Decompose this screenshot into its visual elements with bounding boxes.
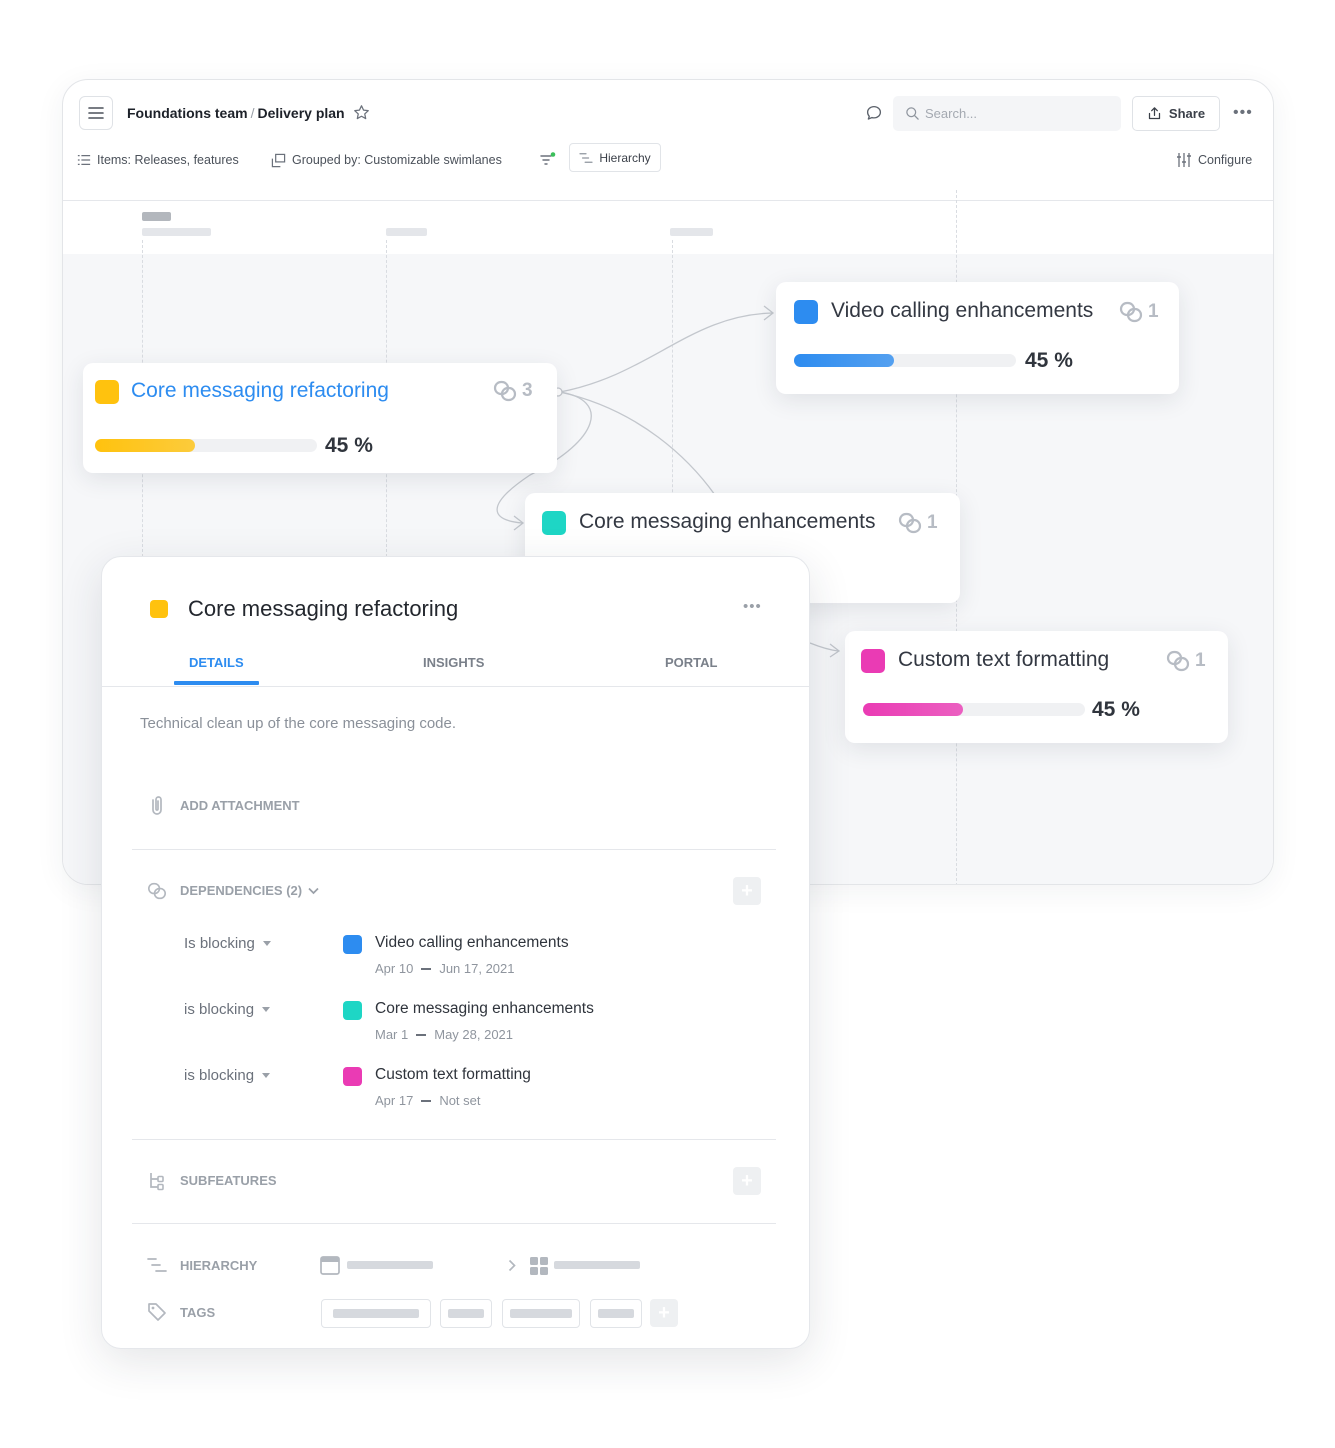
tab-details[interactable]: DETAILS (189, 655, 244, 670)
card-custom-text-formatting[interactable]: Custom text formatting 1 45 % (845, 631, 1228, 743)
section-divider (132, 849, 776, 850)
paperclip-icon (152, 796, 162, 815)
progress-track (794, 354, 1016, 367)
dependency-relation-select[interactable]: Is blocking (184, 935, 271, 952)
chevron-down-icon (308, 887, 319, 894)
link-icon (493, 380, 517, 402)
panel-more-options-icon[interactable]: ••• (743, 598, 762, 615)
tab-insights[interactable]: INSIGHTS (423, 655, 484, 670)
active-tab-indicator (174, 681, 259, 685)
caret-down-icon (262, 1007, 271, 1012)
tags-label: TAGS (180, 1305, 216, 1320)
progress-percent: 45 % (325, 434, 373, 457)
dependencies-link-icon (148, 882, 166, 900)
link-icon (1119, 301, 1143, 323)
dependency-dates: Apr 17 Not set (375, 1093, 481, 1108)
dependency-name[interactable]: Custom text formatting (375, 1066, 531, 1084)
chevron-right-icon (508, 1259, 516, 1272)
dependency-relation-select[interactable]: is blocking (184, 1067, 271, 1084)
add-subfeature-button[interactable]: + (733, 1167, 761, 1195)
progress-fill (794, 354, 894, 367)
dependency-count: 1 (1148, 301, 1159, 322)
hierarchy-release-placeholder[interactable] (347, 1261, 433, 1269)
subfeatures-icon (150, 1173, 164, 1191)
progress-fill (863, 703, 963, 716)
end-date: Not set (439, 1093, 481, 1108)
card-color-swatch (794, 300, 818, 324)
connector-video-calling (559, 312, 773, 393)
link-icon (898, 512, 922, 534)
progress-track (95, 439, 317, 452)
card-dependency-count[interactable]: 1 (1119, 301, 1159, 323)
tag-icon (148, 1303, 166, 1321)
card-dependency-count[interactable]: 3 (493, 380, 533, 402)
progress-track (863, 703, 1085, 716)
section-divider (132, 1139, 776, 1140)
card-color-swatch (542, 511, 566, 535)
relation-label: is blocking (184, 1067, 255, 1084)
card-dependency-count[interactable]: 1 (898, 512, 938, 534)
feature-detail-panel: Core messaging refactoring ••• DETAILS I… (101, 556, 810, 1349)
add-dependency-button[interactable]: + (733, 877, 761, 905)
dependency-name[interactable]: Core messaging enhancements (375, 1000, 594, 1018)
dependency-relation-select[interactable]: is blocking (184, 1001, 271, 1018)
tag-chip[interactable] (590, 1299, 642, 1328)
start-date: Mar 1 (375, 1027, 409, 1042)
progress-fill (95, 439, 195, 452)
dependencies-toggle[interactable]: DEPENDENCIES (2) (180, 883, 319, 898)
add-tag-button[interactable]: + (650, 1299, 678, 1327)
hierarchy-initiative-placeholder[interactable] (554, 1261, 640, 1269)
link-icon (1166, 650, 1190, 672)
card-color-swatch (95, 380, 119, 404)
dependency-dates: Apr 10 Jun 17, 2021 (375, 961, 515, 976)
dependency-count: 1 (1195, 650, 1206, 671)
dependencies-label: DEPENDENCIES (2) (180, 883, 303, 898)
relation-label: is blocking (184, 1001, 255, 1018)
relation-label: Is blocking (184, 935, 255, 952)
initiative-grid-icon (530, 1257, 548, 1275)
dependency-color-swatch (343, 1001, 362, 1020)
tabs-divider (102, 686, 809, 687)
dependency-name[interactable]: Video calling enhancements (375, 934, 569, 952)
card-color-swatch (861, 649, 885, 673)
feature-title[interactable]: Core messaging refactoring (188, 596, 458, 622)
tag-chip[interactable] (502, 1299, 580, 1328)
card-dependency-count[interactable]: 1 (1166, 650, 1206, 672)
dependency-dates: Mar 1 May 28, 2021 (375, 1027, 513, 1042)
tag-chip[interactable] (440, 1299, 492, 1328)
release-icon (320, 1256, 340, 1275)
feature-color-swatch (150, 600, 168, 618)
caret-down-icon (262, 1073, 271, 1078)
progress-percent: 45 % (1092, 698, 1140, 721)
tab-portal[interactable]: PORTAL (665, 655, 717, 670)
end-date: Jun 17, 2021 (439, 961, 515, 976)
caret-down-icon (262, 941, 271, 946)
hierarchy-icon (147, 1258, 167, 1272)
tag-chip[interactable] (321, 1299, 431, 1328)
connector-custom-text (559, 391, 716, 496)
card-title[interactable]: Core messaging refactoring (131, 379, 389, 403)
card-video-calling-enhancements[interactable]: Video calling enhancements 1 45 % (776, 282, 1179, 394)
card-title[interactable]: Core messaging enhancements (579, 510, 876, 534)
hierarchy-label: HIERARCHY (180, 1258, 258, 1273)
dependency-count: 1 (927, 512, 938, 533)
dependency-count: 3 (522, 380, 533, 401)
feature-description[interactable]: Technical clean up of the core messaging… (140, 715, 456, 732)
card-title[interactable]: Video calling enhancements (831, 299, 1093, 323)
card-core-messaging-refactoring[interactable]: Core messaging refactoring 3 45 % (83, 363, 557, 473)
start-date: Apr 17 (375, 1093, 414, 1108)
start-date: Apr 10 (375, 961, 414, 976)
dependency-color-swatch (343, 1067, 362, 1086)
dependency-color-swatch (343, 935, 362, 954)
subfeatures-label: SUBFEATURES (180, 1173, 277, 1188)
add-attachment-button[interactable]: ADD ATTACHMENT (180, 798, 300, 813)
progress-percent: 45 % (1025, 349, 1073, 372)
end-date: May 28, 2021 (434, 1027, 514, 1042)
section-divider (132, 1223, 776, 1224)
card-title[interactable]: Custom text formatting (898, 648, 1109, 672)
